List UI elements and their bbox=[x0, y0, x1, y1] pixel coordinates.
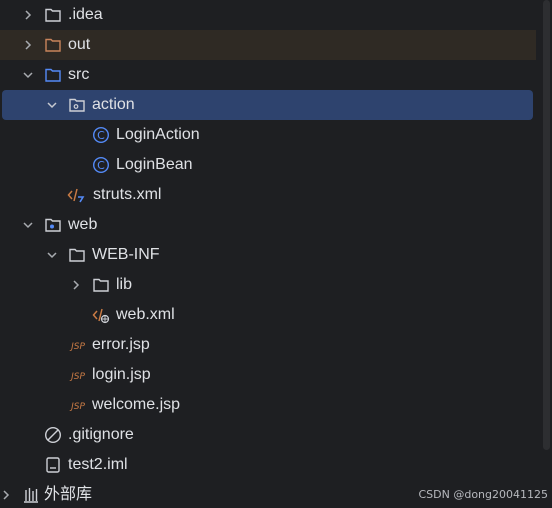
tree-item-label: LoginAction bbox=[116, 126, 200, 143]
folder-icon bbox=[69, 248, 85, 262]
tree-item-label: login.jsp bbox=[92, 366, 151, 383]
tree-item-web[interactable]: web bbox=[0, 210, 536, 240]
svg-text:JSP: JSP bbox=[69, 342, 85, 352]
jsp-file-icon: JSP bbox=[69, 402, 85, 412]
tree-item-label: .idea bbox=[68, 6, 103, 23]
tree-item-label: LoginBean bbox=[116, 156, 193, 173]
chevron-down-icon[interactable] bbox=[46, 99, 58, 111]
tree-item-label: .gitignore bbox=[68, 426, 134, 443]
tree-item-label: error.jsp bbox=[92, 336, 150, 353]
tree-item-label: struts.xml bbox=[93, 186, 162, 203]
tree-item-gitignore[interactable]: .gitignore bbox=[0, 420, 536, 450]
chevron-right-icon[interactable] bbox=[0, 489, 12, 501]
tree-item-out[interactable]: out bbox=[0, 30, 536, 60]
tree-item-label: web bbox=[68, 216, 98, 233]
tree-item-struts-xml[interactable]: struts.xml bbox=[0, 180, 536, 210]
tree-item-idea[interactable]: .idea bbox=[0, 0, 536, 30]
web-xml-icon bbox=[92, 308, 110, 324]
xml-file-icon bbox=[67, 188, 85, 203]
tree-item-label: out bbox=[68, 36, 91, 53]
source-folder-icon bbox=[45, 68, 61, 82]
watermark-text: CSDN @dong20041125 bbox=[418, 488, 548, 501]
svg-text:C: C bbox=[97, 129, 105, 142]
tree-item-label: WEB-INF bbox=[92, 246, 160, 263]
package-folder-icon bbox=[69, 98, 85, 112]
tree-item-web-xml[interactable]: web.xml bbox=[0, 300, 536, 330]
tree-item-label: action bbox=[92, 96, 135, 113]
tree-item-web-inf[interactable]: WEB-INF bbox=[0, 240, 536, 270]
project-tree: .idea out src action C LoginAction C Log… bbox=[0, 0, 552, 480]
tree-item-label: welcome.jsp bbox=[92, 396, 181, 413]
folder-icon bbox=[45, 8, 61, 22]
chevron-down-icon[interactable] bbox=[46, 249, 58, 261]
chevron-down-icon[interactable] bbox=[22, 219, 34, 231]
class-icon: C bbox=[92, 156, 110, 174]
chevron-down-icon[interactable] bbox=[22, 69, 34, 81]
tree-item-label: test2.iml bbox=[68, 456, 128, 473]
tree-item-lib[interactable]: lib bbox=[0, 270, 536, 300]
tree-item-test2-iml[interactable]: test2.iml bbox=[0, 450, 536, 480]
tree-item-label: src bbox=[68, 66, 90, 83]
tree-item-action[interactable]: action bbox=[2, 90, 533, 120]
jsp-file-icon: JSP bbox=[69, 342, 85, 352]
class-icon: C bbox=[92, 126, 110, 144]
folder-icon bbox=[93, 278, 109, 292]
chevron-right-icon[interactable] bbox=[70, 279, 82, 291]
library-icon bbox=[24, 488, 38, 503]
svg-text:JSP: JSP bbox=[69, 402, 85, 412]
tree-item-loginaction[interactable]: C LoginAction bbox=[0, 120, 536, 150]
tree-item-src[interactable]: src bbox=[0, 60, 536, 90]
svg-text:C: C bbox=[97, 159, 105, 172]
jsp-file-icon: JSP bbox=[69, 372, 85, 382]
excluded-folder-icon bbox=[45, 38, 61, 52]
chevron-right-icon[interactable] bbox=[22, 39, 34, 51]
tree-item-welcome-jsp[interactable]: JSP welcome.jsp bbox=[0, 390, 536, 420]
tree-item-login-jsp[interactable]: JSP login.jsp bbox=[0, 360, 536, 390]
vertical-scrollbar[interactable] bbox=[543, 0, 550, 450]
module-file-icon bbox=[46, 457, 60, 473]
web-folder-icon bbox=[45, 218, 61, 232]
ignore-file-icon bbox=[44, 426, 62, 444]
tree-item-label: lib bbox=[116, 276, 133, 293]
chevron-right-icon[interactable] bbox=[22, 9, 34, 21]
tree-item-label: web.xml bbox=[116, 306, 175, 323]
tree-item-external-libraries[interactable]: 外部库 bbox=[0, 482, 420, 508]
svg-text:JSP: JSP bbox=[69, 372, 85, 382]
tree-item-loginbean[interactable]: C LoginBean bbox=[0, 150, 536, 180]
tree-item-error-jsp[interactable]: JSP error.jsp bbox=[0, 330, 536, 360]
tree-item-label: 外部库 bbox=[44, 486, 93, 503]
